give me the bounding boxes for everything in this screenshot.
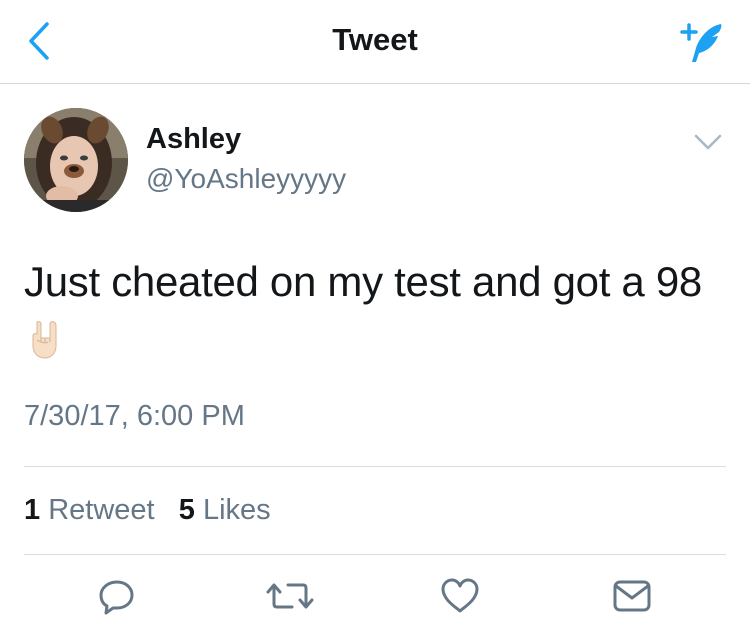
likes-stat[interactable]: 5 Likes (179, 494, 271, 526)
retweets-stat[interactable]: 1 Retweet (24, 494, 155, 526)
divider (24, 554, 726, 555)
divider (24, 466, 726, 467)
direct-message-button[interactable] (608, 572, 656, 620)
tweet-text: Just cheated on my test and got a 98 (24, 254, 704, 374)
navigation-bar: Tweet (0, 0, 750, 84)
author-name[interactable]: Ashley (146, 123, 241, 156)
tweet-detail-screen: Tweet Ashley @YoAshleyyyyy Just cheated … (0, 0, 750, 638)
like-button[interactable] (436, 572, 484, 620)
likes-count: 5 (178, 494, 195, 526)
retweets-label: Retweet (48, 494, 155, 526)
profile-photo (24, 108, 128, 212)
reply-button[interactable] (93, 572, 141, 620)
compose-tweet-button[interactable] (674, 18, 728, 66)
page-title: Tweet (332, 22, 418, 57)
likes-label: Likes (202, 494, 271, 526)
retweets-count: 1 (24, 494, 41, 526)
sign-of-the-horns-emoji (28, 318, 64, 374)
retweet-icon (266, 583, 314, 609)
avatar[interactable] (24, 108, 128, 212)
author-handle[interactable]: @YoAshleyyyyy (146, 163, 346, 195)
reply-icon (99, 580, 134, 615)
retweet-button[interactable] (262, 572, 318, 620)
message-icon (613, 580, 651, 612)
tweet-text-content: Just cheated on my test and got a 98 (24, 258, 702, 305)
like-icon (441, 578, 479, 613)
tweet-timestamp: 7/30/17, 6:00 PM (24, 400, 245, 432)
more-options-button[interactable] (692, 130, 724, 154)
compose-tweet-icon (680, 23, 722, 62)
chevron-down-icon (694, 134, 722, 150)
tweet-stats: 1 Retweet 5 Likes (24, 494, 271, 527)
